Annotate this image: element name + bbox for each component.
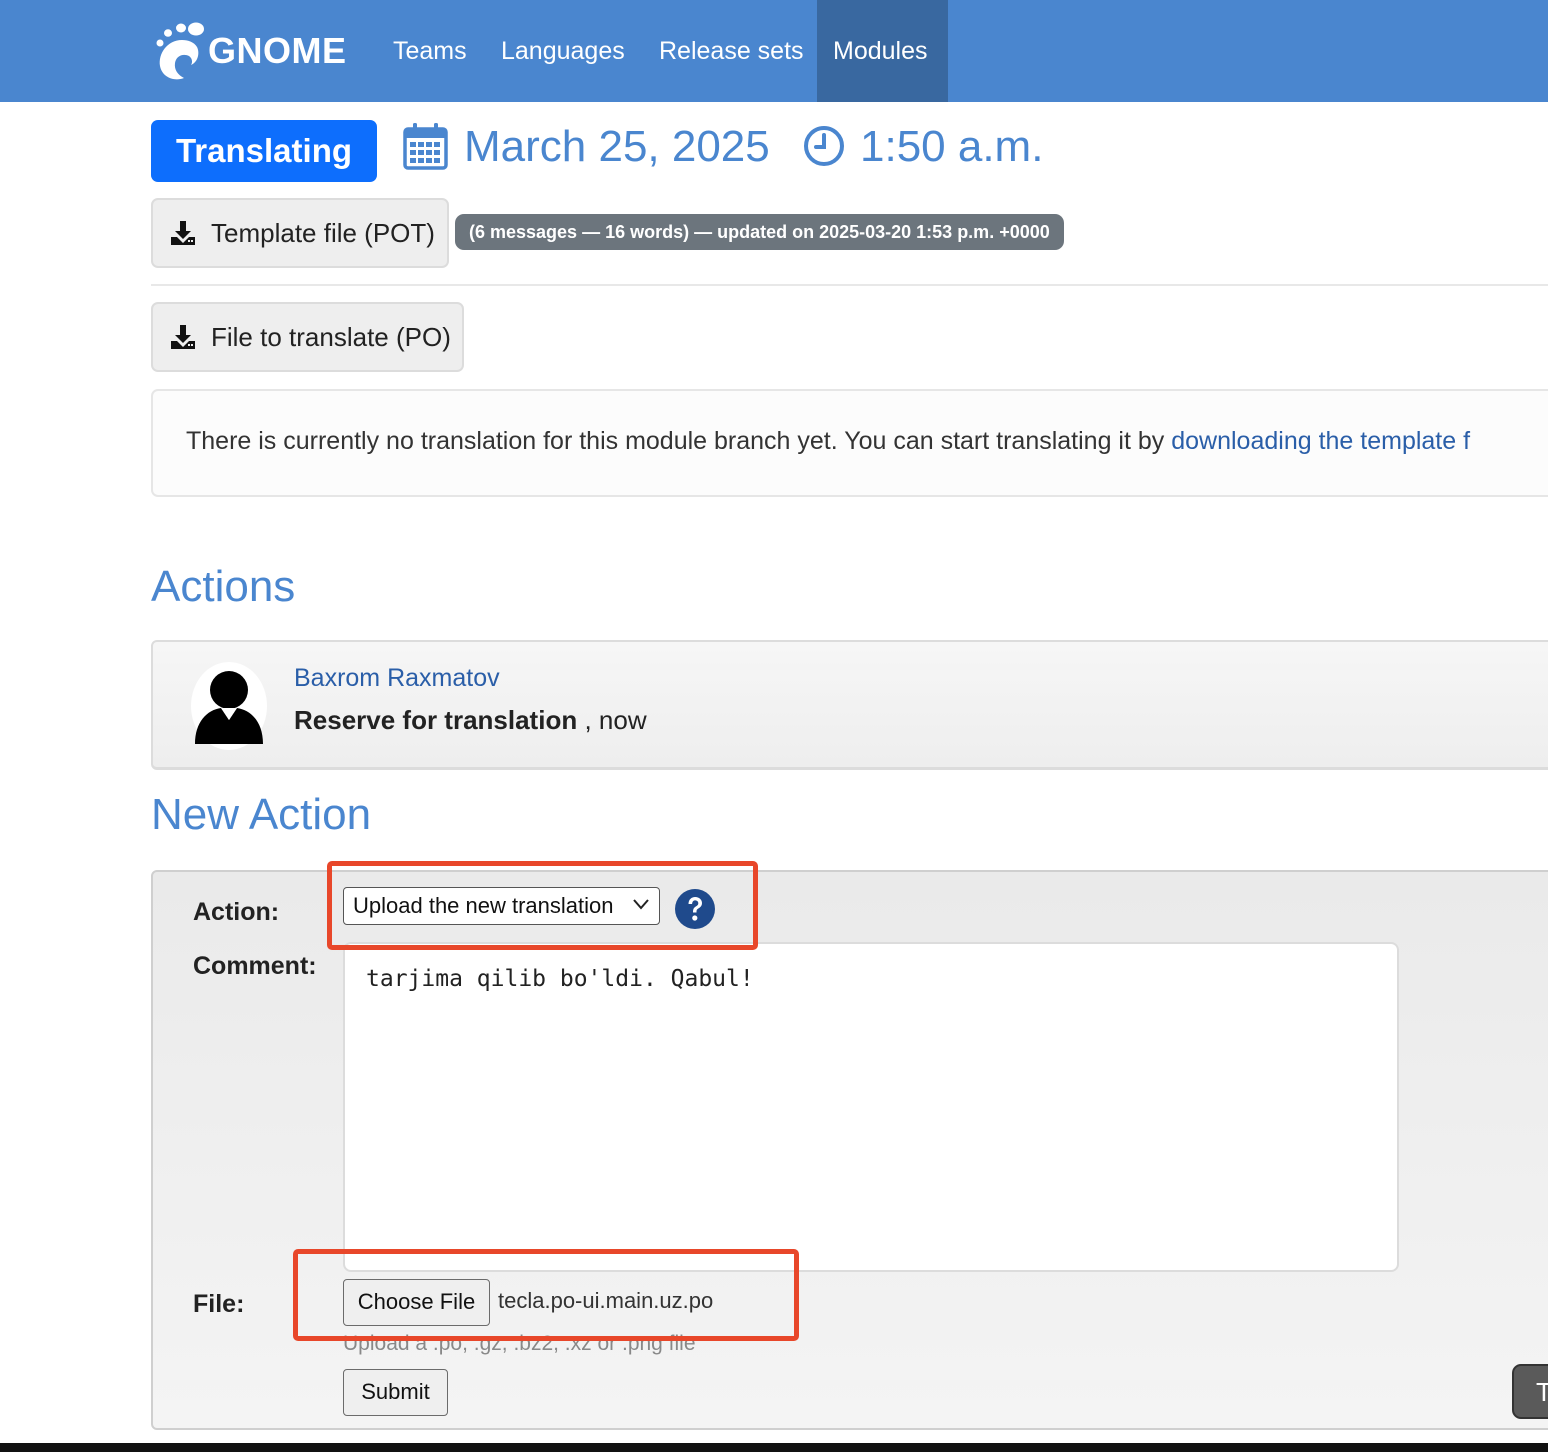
- top-navbar: GNOME Teams Languages Release sets Modul…: [0, 0, 1548, 102]
- action-select-value: Upload the new translation: [353, 893, 614, 918]
- floating-corner-button[interactable]: T: [1512, 1364, 1548, 1419]
- comment-label: Comment:: [193, 952, 317, 980]
- nav-release-sets[interactable]: Release sets: [643, 0, 820, 102]
- action-time: , now: [584, 705, 647, 735]
- brand-name: GNOME: [208, 30, 347, 71]
- avatar-icon: [191, 662, 267, 750]
- download-template-link[interactable]: downloading the template f: [1171, 427, 1470, 455]
- download-po-label: File to translate (PO): [211, 321, 451, 352]
- status-badge: Translating: [151, 120, 377, 182]
- download-pot-button[interactable]: Template file (POT): [151, 198, 449, 268]
- action-entry: Baxrom Raxmatov Reserve for translation …: [151, 640, 1548, 770]
- info-message: There is currently no translation for th…: [186, 427, 1470, 456]
- gnome-foot-icon: [156, 22, 204, 80]
- date-display: March 25, 2025: [464, 122, 770, 171]
- download-icon: [171, 221, 195, 245]
- info-message-text: There is currently no translation for th…: [186, 427, 1172, 455]
- nav-languages[interactable]: Languages: [485, 0, 641, 102]
- action-user-link[interactable]: Baxrom Raxmatov: [294, 664, 500, 693]
- file-help-text: Upload a .po, .gz, .bz2, .xz or .png fil…: [343, 1332, 696, 1355]
- action-type: Reserve for translation: [294, 705, 578, 735]
- comment-textarea[interactable]: tarjima qilib bo'ldi. Qabul!: [343, 942, 1399, 1272]
- choose-file-button[interactable]: Choose File: [343, 1279, 490, 1326]
- actions-heading: Actions: [151, 562, 296, 611]
- download-pot-label: Template file (POT): [211, 217, 435, 248]
- download-po-button[interactable]: File to translate (PO): [151, 302, 464, 372]
- file-label: File:: [193, 1290, 245, 1318]
- selected-file-name: tecla.po-ui.main.uz.po: [498, 1288, 714, 1313]
- help-icon[interactable]: [674, 888, 716, 930]
- calendar-icon: [403, 123, 448, 170]
- info-message-box: There is currently no translation for th…: [151, 389, 1548, 497]
- action-description: Reserve for translation , now: [294, 705, 647, 736]
- action-label: Action:: [193, 898, 280, 926]
- divider: [151, 284, 1548, 286]
- nav-modules[interactable]: Modules: [817, 0, 948, 102]
- nav-teams[interactable]: Teams: [377, 0, 483, 102]
- action-select[interactable]: Upload the new translation: [343, 887, 660, 925]
- gnome-logo[interactable]: GNOME: [152, 16, 347, 86]
- chevron-down-icon: [633, 899, 649, 910]
- submit-button[interactable]: Submit: [343, 1369, 448, 1416]
- time-display: 1:50 a.m.: [860, 122, 1044, 171]
- window-bottom-edge: [0, 1443, 1548, 1452]
- download-icon: [171, 325, 195, 349]
- clock-icon: [804, 126, 844, 166]
- pot-stats-badge: (6 messages — 16 words) — updated on 202…: [455, 214, 1064, 250]
- new-action-heading: New Action: [151, 790, 372, 839]
